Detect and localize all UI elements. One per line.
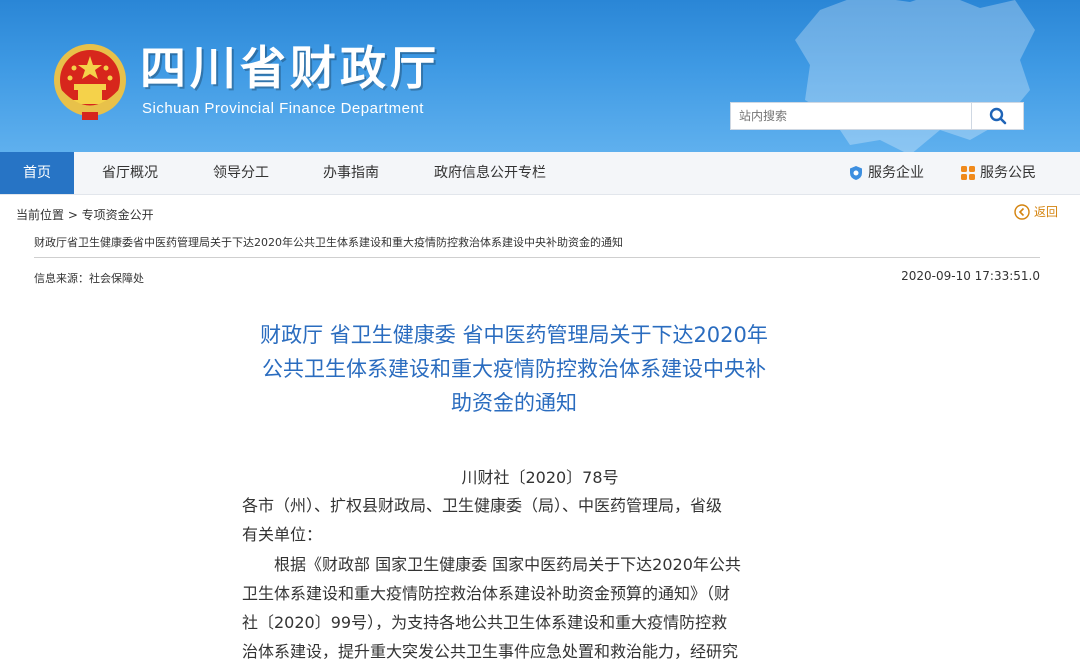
nav-item-home[interactable]: 首页 [0, 152, 74, 194]
body-line: 根据《财政部 国家卫生健康委 国家中医药局关于下达2020年公共 [242, 555, 741, 574]
article-title-line: 财政厅 省卫生健康委 省中医药管理局关于下达2020年 [260, 323, 768, 347]
article-title-line: 公共卫生体系建设和重大疫情防控救治体系建设中央补 [262, 357, 766, 381]
search-icon [989, 107, 1006, 125]
breadcrumb[interactable]: 当前位置 > 专项资金公开 [16, 206, 154, 223]
article-title: 财政厅 省卫生健康委 省中医药管理局关于下达2020年 公共卫生体系建设和重大疫… [236, 318, 792, 420]
document-link[interactable]: 财政厅省卫生健康委省中医药管理局关于下达2020年公共卫生体系建设和重大疫情防控… [34, 234, 623, 250]
back-label: 返回 [1033, 205, 1058, 219]
article-title-line: 助资金的通知 [451, 391, 577, 415]
search-input[interactable] [730, 102, 972, 130]
nav-item-serve-citizen[interactable]: 服务公民 [960, 152, 1036, 194]
site-header: 四川省财政厅 Sichuan Provincial Finance Depart… [0, 0, 1080, 152]
site-title: 四川省财政厅 [140, 41, 440, 95]
nav-right-label: 服务公民 [980, 165, 1036, 181]
grid-icon [961, 166, 975, 180]
nav-item-info-disclosure[interactable]: 政府信息公开专栏 [434, 152, 546, 194]
search-button[interactable] [972, 102, 1024, 130]
body-line: 治体系建设，提升重大突发公共卫生事件应急处置和救治能力，经研究 [242, 642, 739, 661]
article-body: 各市（州）、扩权县财政局、卫生健康委（局）、中医药管理局，省级 有关单位： 根据… [242, 491, 788, 666]
divider [34, 257, 1040, 258]
body-line: 各市（州）、扩权县财政局、卫生健康委（局）、中医药管理局，省级 [242, 496, 723, 515]
back-arrow-icon [1014, 203, 1030, 220]
publish-datetime: 2020-09-10 17:33:51.0 [901, 269, 1040, 283]
document-number: 川财社〔2020〕78号 [461, 468, 619, 487]
nav-item-overview[interactable]: 省厅概况 [102, 152, 158, 194]
site-subtitle: Sichuan Provincial Finance Department [142, 100, 424, 117]
nav-item-serve-enterprise[interactable]: 服务企业 [848, 152, 924, 194]
body-line: 有关单位： [242, 525, 323, 544]
main-nav: 首页 省厅概况 领导分工 办事指南 政府信息公开专栏 服务企业 服务公民 [0, 152, 1080, 195]
info-source: 信息来源：社会保障处 [34, 272, 144, 285]
nav-item-guide[interactable]: 办事指南 [323, 152, 379, 194]
body-line: 社〔2020〕99号），为支持各地公共卫生体系建设和重大疫情防控救 [242, 613, 728, 632]
body-line: 卫生体系建设和重大疫情防控救治体系建设补助资金预算的通知》（财 [242, 584, 731, 603]
back-button[interactable]: 返回 [1014, 203, 1058, 220]
shield-icon [850, 166, 862, 180]
nav-right-label: 服务企业 [868, 165, 924, 181]
nav-item-leadership[interactable]: 领导分工 [213, 152, 269, 194]
national-emblem-icon [54, 44, 126, 120]
